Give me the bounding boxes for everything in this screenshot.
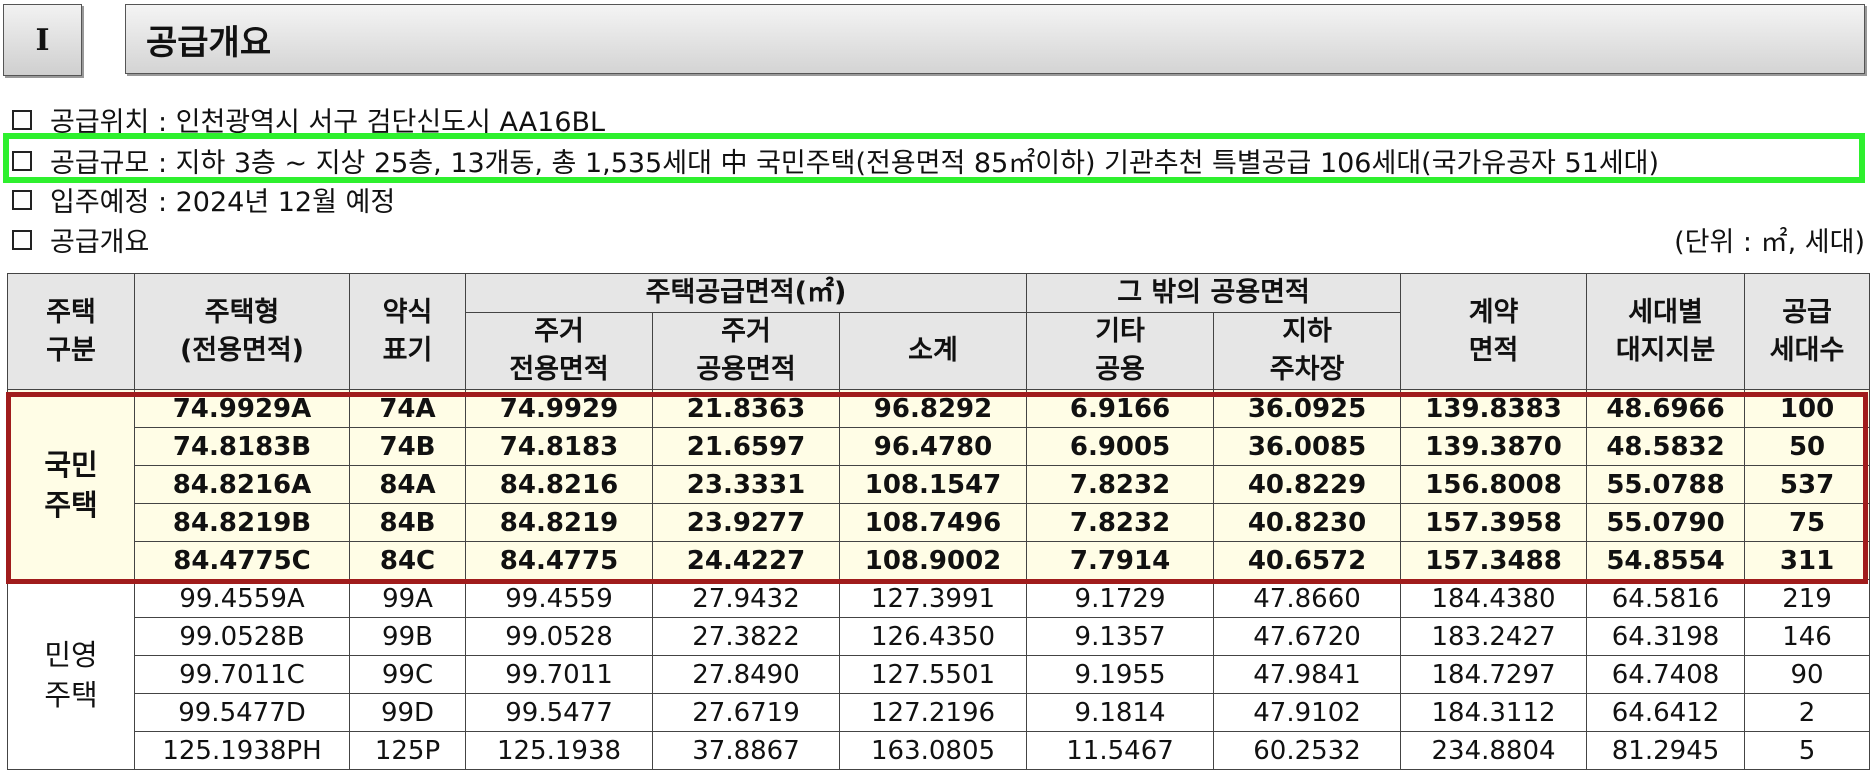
header-common: 주거 공용면적 bbox=[652, 312, 840, 390]
table-row: 99.0528B 99B 99.0528 27.3822 126.4350 9.1357 4… bbox=[8, 617, 1871, 656]
checkbox-icon bbox=[12, 229, 32, 250]
table-cell: 9.1955 bbox=[1026, 655, 1215, 694]
table-cell: 9.1357 bbox=[1026, 617, 1215, 656]
header-land: 세대별 대지지분 bbox=[1586, 273, 1746, 390]
table-cell: 99A bbox=[349, 579, 466, 618]
header-type: 주택형 (전용면적) bbox=[134, 273, 350, 390]
header-contract: 계약 면적 bbox=[1400, 273, 1588, 390]
table-cell: 27.8490 bbox=[652, 655, 840, 694]
table-cell: 99.4559A bbox=[134, 579, 350, 618]
header-other: 기타 공용 bbox=[1026, 312, 1215, 390]
table-cell: 183.2427 bbox=[1400, 617, 1588, 656]
table-cell: 125P bbox=[349, 731, 466, 770]
section-number-badge: I bbox=[3, 4, 82, 76]
header-parking: 지하 주차장 bbox=[1213, 312, 1402, 390]
header-households: 공급 세대수 bbox=[1744, 273, 1871, 390]
table-cell: 9.1814 bbox=[1026, 693, 1215, 732]
section-title-bar: 공급개요 bbox=[125, 4, 1865, 74]
header-abbr: 약식 표기 bbox=[349, 273, 466, 390]
table-cell: 99B bbox=[349, 617, 466, 656]
table-cell: 146 bbox=[1744, 617, 1871, 656]
header-supply-area: 주택공급면적(㎡) bbox=[464, 273, 1028, 313]
table-cell: 27.6719 bbox=[652, 693, 840, 732]
table-cell: 234.8804 bbox=[1400, 731, 1588, 770]
table-cell: 81.2945 bbox=[1586, 731, 1746, 770]
table-cell: 64.5816 bbox=[1586, 579, 1746, 618]
table-cell: 219 bbox=[1744, 579, 1871, 618]
table-cell: 184.4380 bbox=[1400, 579, 1588, 618]
table-cell: 99.0528 bbox=[465, 617, 653, 656]
table-row: 민영 주택 99.4559A 99A 99.4559 27.9432 127.3991 9.… bbox=[7, 579, 1871, 770]
table-cell: 64.6412 bbox=[1586, 693, 1746, 732]
table-cell: 47.8660 bbox=[1213, 579, 1402, 618]
red-highlight-box bbox=[6, 392, 1868, 584]
table-cell: 47.9102 bbox=[1213, 693, 1402, 732]
table-cell: 90 bbox=[1744, 655, 1871, 694]
table-cell: 47.6720 bbox=[1213, 617, 1402, 656]
info-text: 입주예정 : 2024년 12월 예정 bbox=[50, 187, 396, 218]
unit-note: (단위 : ㎡, 세대) bbox=[1674, 227, 1865, 258]
checkbox-icon bbox=[12, 189, 32, 210]
table-cell: 127.2196 bbox=[838, 693, 1028, 732]
table-row: 99.5477D 99D 99.5477 27.6719 127.2196 9.1814 4… bbox=[8, 693, 1871, 732]
table-cell: 64.3198 bbox=[1586, 617, 1746, 656]
table-cell: 99.7011C bbox=[134, 655, 350, 694]
table-cell: 184.7297 bbox=[1400, 655, 1588, 694]
table-cell: 99D bbox=[349, 693, 466, 732]
table-cell: 127.5501 bbox=[838, 655, 1028, 694]
table-row: 125.1938PH 125P 125.1938 37.8867 163.0805 11.… bbox=[8, 731, 1871, 770]
table-row: 99.7011C 99C 99.7011 27.8490 127.5501 9.1955 4… bbox=[8, 655, 1871, 694]
table-cell: 127.3991 bbox=[838, 579, 1028, 618]
header-subtotal: 소계 bbox=[838, 312, 1028, 390]
table-cell: 27.3822 bbox=[652, 617, 840, 656]
table-cell: 99.4559 bbox=[465, 579, 653, 618]
table-cell: 27.9432 bbox=[652, 579, 840, 618]
green-highlight-box bbox=[3, 133, 1865, 183]
table-cell: 99C bbox=[349, 655, 466, 694]
info-move-in: 입주예정 : 2024년 12월 예정 bbox=[12, 180, 395, 219]
section-title: 공급개요 bbox=[146, 22, 272, 63]
table-cell: 126.4350 bbox=[838, 617, 1028, 656]
table-cell: 11.5467 bbox=[1026, 731, 1215, 770]
group-label: 민영 주택 bbox=[7, 579, 135, 770]
checkbox-icon bbox=[12, 109, 32, 130]
table-cell: 163.0805 bbox=[838, 731, 1028, 770]
info-text: 공급개요 bbox=[50, 227, 150, 258]
table-cell: 99.5477D bbox=[134, 693, 350, 732]
table-cell: 99.7011 bbox=[465, 655, 653, 694]
table-cell: 99.0528B bbox=[134, 617, 350, 656]
header-category: 주택 구분 bbox=[7, 273, 135, 390]
table-cell: 99.5477 bbox=[465, 693, 653, 732]
table-cell: 184.3112 bbox=[1400, 693, 1588, 732]
table-cell: 5 bbox=[1744, 731, 1871, 770]
table-cell: 37.8867 bbox=[652, 731, 840, 770]
table-cell: 64.7408 bbox=[1586, 655, 1746, 694]
table-cell: 125.1938PH bbox=[134, 731, 350, 770]
info-overview: 공급개요 bbox=[12, 220, 149, 259]
table-cell: 9.1729 bbox=[1026, 579, 1215, 618]
header-other-common: 그 밖의 공용면적 bbox=[1026, 273, 1402, 313]
header-exclusive: 주거 전용면적 bbox=[465, 312, 653, 390]
table-cell: 60.2532 bbox=[1213, 731, 1402, 770]
table-cell: 2 bbox=[1744, 693, 1871, 732]
table-cell: 125.1938 bbox=[465, 731, 653, 770]
table-cell: 47.9841 bbox=[1213, 655, 1402, 694]
table-header-row: 주택 구분 주택형 (전용면적) 약식 표기 주택공급면적(㎡) 그 밖의 공용… bbox=[7, 273, 1871, 390]
